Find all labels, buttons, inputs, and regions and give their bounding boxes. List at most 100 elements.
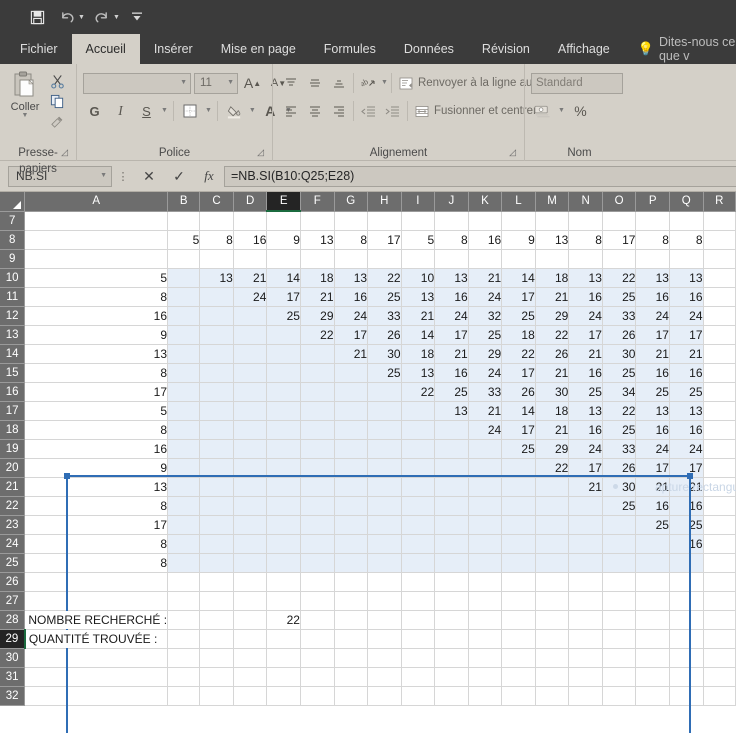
cell-M11[interactable]: 21 <box>535 287 570 307</box>
cell-N25[interactable] <box>568 553 603 573</box>
cell-M10[interactable]: 18 <box>535 268 570 288</box>
redo-dropdown-icon[interactable]: ▼ <box>113 14 120 21</box>
cell-B26[interactable] <box>167 572 201 592</box>
percent-format-button[interactable]: % <box>569 100 592 122</box>
cell-M8[interactable]: 13 <box>535 230 570 250</box>
cell-M30[interactable] <box>535 648 570 668</box>
cell-L21[interactable] <box>501 477 536 497</box>
align-left-button[interactable] <box>279 100 302 122</box>
cell-P22[interactable]: 16 <box>635 496 670 516</box>
cell-Q16[interactable]: 25 <box>669 382 704 402</box>
cell-B13[interactable] <box>167 325 201 345</box>
cell-B27[interactable] <box>167 591 201 611</box>
cell-J16[interactable]: 25 <box>434 382 469 402</box>
cell-E13[interactable] <box>266 325 301 345</box>
cell-B22[interactable] <box>167 496 201 516</box>
cell-Q7[interactable] <box>669 211 704 231</box>
cell-M21[interactable] <box>535 477 570 497</box>
cell-L22[interactable] <box>501 496 536 516</box>
cell-D22[interactable] <box>233 496 268 516</box>
cell-R10[interactable] <box>703 268 736 288</box>
cell-Q26[interactable] <box>669 572 704 592</box>
cell-I27[interactable] <box>401 591 436 611</box>
cell-L19[interactable]: 25 <box>501 439 536 459</box>
cell-J15[interactable]: 16 <box>434 363 469 383</box>
row-header-18[interactable]: 18 <box>0 420 26 440</box>
font-name-chevron-down-icon[interactable]: ▼ <box>180 79 187 86</box>
cell-K12[interactable]: 32 <box>468 306 503 326</box>
cell-E9[interactable] <box>266 249 301 269</box>
cell-H26[interactable] <box>367 572 402 592</box>
formula-input[interactable]: =NB.SI(B10:Q25;E28) <box>224 165 736 187</box>
column-header-g[interactable]: G <box>334 192 369 212</box>
cell-P25[interactable] <box>635 553 670 573</box>
font-size-chevron-down-icon[interactable]: ▼ <box>227 79 234 86</box>
cell-E15[interactable] <box>266 363 301 383</box>
cell-I32[interactable] <box>401 686 436 706</box>
cell-N15[interactable]: 16 <box>568 363 603 383</box>
font-dialog-launcher-icon[interactable]: ◿ <box>257 144 264 160</box>
cell-G20[interactable] <box>334 458 369 478</box>
number-format-combo[interactable]: Standard <box>531 72 623 94</box>
italic-button[interactable]: I <box>109 100 132 122</box>
cell-Q9[interactable] <box>669 249 704 269</box>
font-size-combo[interactable]: 11 ▼ <box>194 72 238 94</box>
cell-I14[interactable]: 18 <box>401 344 436 364</box>
column-header-o[interactable]: O <box>602 192 637 212</box>
cell-D27[interactable] <box>233 591 268 611</box>
cell-H14[interactable]: 30 <box>367 344 402 364</box>
cell-F12[interactable]: 29 <box>300 306 335 326</box>
row-header-31[interactable]: 31 <box>0 667 26 687</box>
cell-B19[interactable] <box>167 439 201 459</box>
cell-N7[interactable] <box>568 211 603 231</box>
cell-B23[interactable] <box>167 515 201 535</box>
cell-N18[interactable]: 16 <box>568 420 603 440</box>
cell-E18[interactable] <box>266 420 301 440</box>
cell-G15[interactable] <box>334 363 369 383</box>
cell-L27[interactable] <box>501 591 536 611</box>
cell-H32[interactable] <box>367 686 402 706</box>
cell-K25[interactable] <box>468 553 503 573</box>
cell-C30[interactable] <box>199 648 234 668</box>
cell-M9[interactable] <box>535 249 570 269</box>
cell-C24[interactable] <box>199 534 234 554</box>
cell-J21[interactable] <box>434 477 469 497</box>
cell-J18[interactable] <box>434 420 469 440</box>
cell-L16[interactable]: 26 <box>501 382 536 402</box>
cell-D8[interactable]: 16 <box>233 230 268 250</box>
cell-N27[interactable] <box>568 591 603 611</box>
cell-P26[interactable] <box>635 572 670 592</box>
borders-dropdown-icon[interactable]: ▼ <box>205 107 212 114</box>
cell-P24[interactable] <box>635 534 670 554</box>
cell-G30[interactable] <box>334 648 369 668</box>
cell-D9[interactable] <box>233 249 268 269</box>
cell-H24[interactable] <box>367 534 402 554</box>
cell-F32[interactable] <box>300 686 335 706</box>
cell-M18[interactable]: 21 <box>535 420 570 440</box>
cell-N21[interactable]: 21 <box>568 477 603 497</box>
cell-L24[interactable] <box>501 534 536 554</box>
cell-D10[interactable]: 21 <box>233 268 268 288</box>
cell-M32[interactable] <box>535 686 570 706</box>
accounting-format-button[interactable] <box>531 100 554 122</box>
cell-G11[interactable]: 16 <box>334 287 369 307</box>
cell-D16[interactable] <box>233 382 268 402</box>
cell-F9[interactable] <box>300 249 335 269</box>
cell-J20[interactable] <box>434 458 469 478</box>
cell-J8[interactable]: 8 <box>434 230 469 250</box>
cell-C25[interactable] <box>199 553 234 573</box>
cell-D31[interactable] <box>233 667 268 687</box>
cell-H7[interactable] <box>367 211 402 231</box>
cell-O30[interactable] <box>602 648 637 668</box>
cell-J30[interactable] <box>434 648 469 668</box>
cell-F7[interactable] <box>300 211 335 231</box>
row-header-22[interactable]: 22 <box>0 496 26 516</box>
cell-L26[interactable] <box>501 572 536 592</box>
tab-fichier[interactable]: Fichier <box>6 34 72 64</box>
cell-D29[interactable] <box>233 629 268 649</box>
cell-N8[interactable]: 8 <box>568 230 603 250</box>
cell-L14[interactable]: 22 <box>501 344 536 364</box>
cell-P16[interactable]: 25 <box>635 382 670 402</box>
cell-I16[interactable]: 22 <box>401 382 436 402</box>
formula-bar-grip[interactable]: ⋮ <box>112 170 134 183</box>
